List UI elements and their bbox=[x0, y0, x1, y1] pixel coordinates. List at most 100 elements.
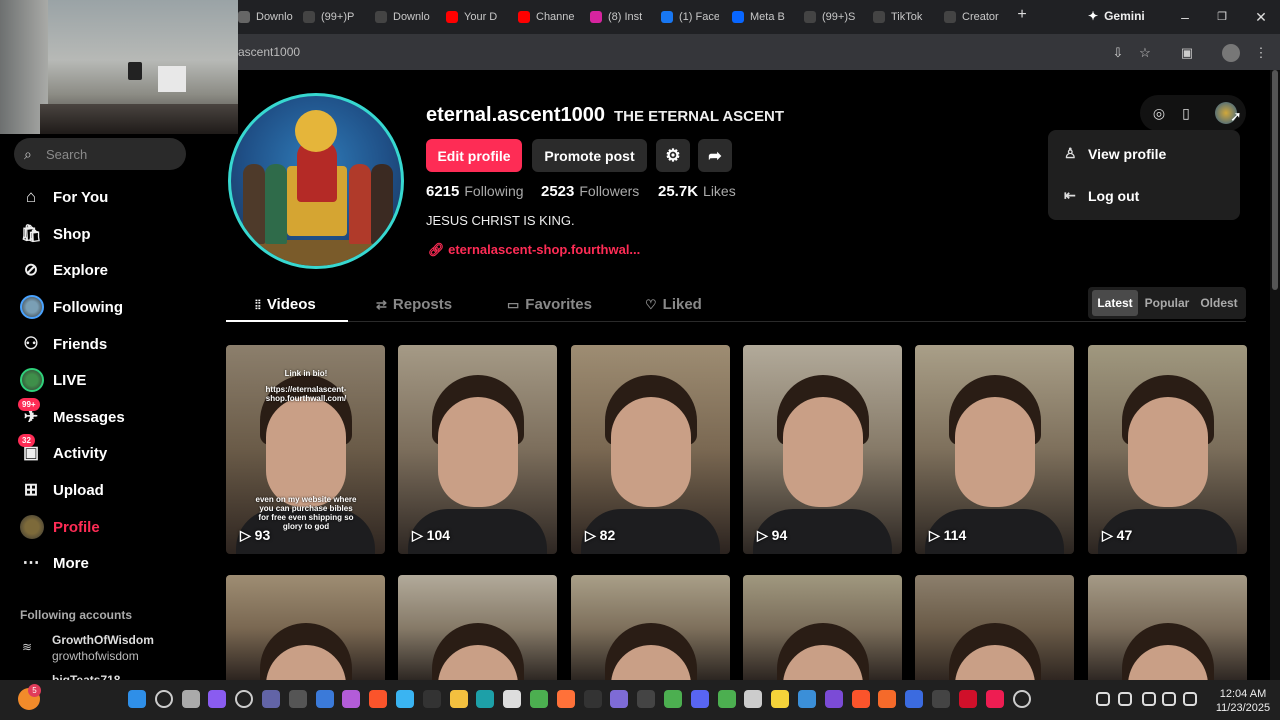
sidepanel-icon[interactable]: ▣ bbox=[1178, 44, 1196, 62]
browser-tab[interactable]: (99+)P bbox=[303, 5, 361, 29]
browser-tab[interactable]: (99+)S bbox=[804, 5, 862, 29]
discord-icon[interactable] bbox=[690, 690, 709, 708]
app-icon[interactable] bbox=[878, 690, 897, 708]
browser-tab[interactable]: TikTok bbox=[873, 5, 931, 29]
chrome-icon[interactable] bbox=[664, 690, 682, 708]
app-icon[interactable] bbox=[744, 690, 763, 708]
sort-oldest[interactable]: Oldest bbox=[1196, 290, 1242, 316]
page-scrollbar[interactable] bbox=[1270, 70, 1280, 680]
browser-tab[interactable]: Meta B bbox=[732, 5, 790, 29]
app-icon[interactable] bbox=[342, 690, 361, 708]
sidebar-item-friends[interactable]: ⚇ Friends bbox=[20, 330, 107, 358]
bookmark-star-icon[interactable]: ☆ bbox=[1136, 44, 1154, 62]
sidebar-item-explore[interactable]: ⊘ Explore bbox=[20, 256, 108, 284]
explore-compass-icon[interactable]: ◎ bbox=[1147, 101, 1171, 125]
video-thumbnail[interactable]: ▷ 93 Link in bio! https://eternalascent-sh… bbox=[226, 345, 385, 554]
video-thumbnail[interactable]: ▷ 82 bbox=[571, 345, 730, 554]
windows-start-icon[interactable] bbox=[128, 690, 146, 708]
gemini-button[interactable]: ✦ Gemini bbox=[1088, 9, 1145, 23]
video-thumbnail[interactable] bbox=[398, 575, 557, 681]
video-thumbnail[interactable]: ▷ 47 bbox=[1088, 345, 1247, 554]
sidebar-item-for-you[interactable]: ⌂ For You bbox=[20, 183, 108, 211]
video-thumbnail[interactable]: ▷ 94 bbox=[743, 345, 902, 554]
device-icon[interactable]: ▯ bbox=[1174, 101, 1198, 125]
profile-link[interactable]: 🔗︎ eternalascent-shop.fourthwal... bbox=[428, 242, 640, 258]
edit-profile-button[interactable]: Edit profile bbox=[426, 139, 522, 172]
terminal-icon[interactable] bbox=[583, 690, 602, 708]
sidebar-item-profile[interactable]: Profile bbox=[20, 513, 100, 541]
video-thumbnail[interactable] bbox=[743, 575, 902, 681]
sidebar-item-activity[interactable]: ▣ 32 Activity bbox=[18, 434, 107, 467]
video-thumbnail[interactable] bbox=[571, 575, 730, 681]
photos-icon[interactable] bbox=[798, 690, 816, 708]
new-tab-button[interactable]: + bbox=[1012, 6, 1032, 28]
tab-reposts[interactable]: ⇄ Reposts bbox=[376, 296, 452, 313]
sort-popular[interactable]: Popular bbox=[1142, 290, 1192, 316]
promote-post-button[interactable]: Promote post bbox=[532, 139, 647, 172]
obs-icon[interactable] bbox=[637, 690, 656, 708]
browser-profile-avatar[interactable] bbox=[1222, 44, 1240, 62]
wifi-icon[interactable] bbox=[1142, 692, 1156, 706]
app-icon[interactable] bbox=[610, 690, 629, 708]
browser-tab[interactable]: (1) Face bbox=[661, 5, 719, 29]
followers-stat[interactable]: 2523 Followers bbox=[541, 183, 639, 200]
mic-icon[interactable] bbox=[1118, 692, 1132, 706]
brave-icon[interactable] bbox=[851, 690, 870, 708]
firefox-icon[interactable] bbox=[556, 690, 575, 708]
adobe-icon[interactable] bbox=[422, 690, 441, 708]
video-thumbnail[interactable] bbox=[915, 575, 1074, 681]
notes-icon[interactable] bbox=[288, 690, 307, 708]
browser-tab[interactable]: Downlo bbox=[375, 5, 433, 29]
file-explorer-icon[interactable] bbox=[449, 690, 468, 708]
task-view-icon[interactable] bbox=[181, 690, 200, 708]
network-icon[interactable] bbox=[1096, 692, 1110, 706]
tab-liked[interactable]: ♡ Liked bbox=[645, 296, 702, 313]
sidebar-item-live[interactable]: LIVE bbox=[20, 366, 86, 394]
close-window-button[interactable]: ✕ bbox=[1249, 6, 1273, 28]
sidebar-item-more[interactable]: ⋯ More bbox=[20, 549, 89, 577]
sidebar-item-messages[interactable]: ✈ 99+ Messages bbox=[18, 398, 125, 431]
tiktok-icon[interactable] bbox=[985, 690, 1004, 708]
tab-videos[interactable]: ⦙⦙ Videos bbox=[255, 296, 316, 313]
app-icon[interactable] bbox=[396, 690, 414, 708]
chatgpt-icon[interactable] bbox=[503, 690, 522, 708]
restore-button[interactable]: ❐ bbox=[1210, 6, 1234, 28]
search-icon[interactable] bbox=[154, 690, 173, 708]
battery-icon[interactable] bbox=[1183, 692, 1197, 706]
volume-icon[interactable] bbox=[1162, 692, 1176, 706]
opera-icon[interactable] bbox=[958, 690, 977, 708]
copilot-icon[interactable] bbox=[208, 690, 227, 708]
search-input[interactable]: ⌕ Search bbox=[14, 138, 186, 170]
profile-avatar-large[interactable] bbox=[228, 93, 404, 269]
browser-tab[interactable]: Channe bbox=[518, 5, 576, 29]
browser-tab[interactable]: Creator bbox=[944, 5, 1002, 29]
install-app-icon[interactable]: ⇩ bbox=[1109, 44, 1127, 62]
browser-menu-icon[interactable]: ⋮ bbox=[1252, 44, 1270, 62]
following-account-handle[interactable]: growthofwisdom bbox=[52, 649, 139, 663]
chrome-active-icon[interactable] bbox=[717, 690, 736, 708]
sticky-notes-icon[interactable] bbox=[771, 690, 790, 708]
video-thumbnail[interactable]: ▷ 104 bbox=[398, 345, 557, 554]
video-thumbnail[interactable]: ▷ 114 bbox=[915, 345, 1074, 554]
system-clock[interactable]: 12:04 AM 11/23/2025 bbox=[1212, 687, 1274, 715]
brave-icon[interactable] bbox=[369, 690, 388, 708]
view-profile-item[interactable]: ♙ View profile bbox=[1064, 145, 1166, 162]
clipchamp-icon[interactable] bbox=[824, 690, 843, 708]
edge-icon[interactable] bbox=[476, 690, 495, 708]
scrollbar-thumb[interactable] bbox=[1272, 70, 1278, 290]
browser-tab[interactable]: (8) Inst bbox=[590, 5, 648, 29]
app-icon[interactable] bbox=[932, 690, 950, 708]
video-thumbnail[interactable] bbox=[1088, 575, 1247, 681]
more-apps-icon[interactable] bbox=[1012, 690, 1031, 708]
browser-tab[interactable]: Your D bbox=[446, 5, 504, 29]
share-icon[interactable]: ➦ bbox=[698, 139, 732, 172]
minimize-button[interactable]: – bbox=[1173, 6, 1197, 28]
app-icon[interactable] bbox=[905, 690, 924, 708]
settings-gear-icon[interactable]: ⚙ bbox=[656, 139, 690, 172]
chrome-icon[interactable] bbox=[530, 690, 548, 708]
tab-favorites[interactable]: ▭ Favorites bbox=[507, 296, 592, 313]
sidebar-item-upload[interactable]: ⊞ Upload bbox=[20, 476, 104, 504]
following-account-name[interactable]: bigTeats718 bbox=[52, 673, 120, 680]
sidebar-item-shop[interactable]: 🛍︎ Shop bbox=[20, 220, 90, 248]
video-thumbnail[interactable] bbox=[226, 575, 385, 681]
